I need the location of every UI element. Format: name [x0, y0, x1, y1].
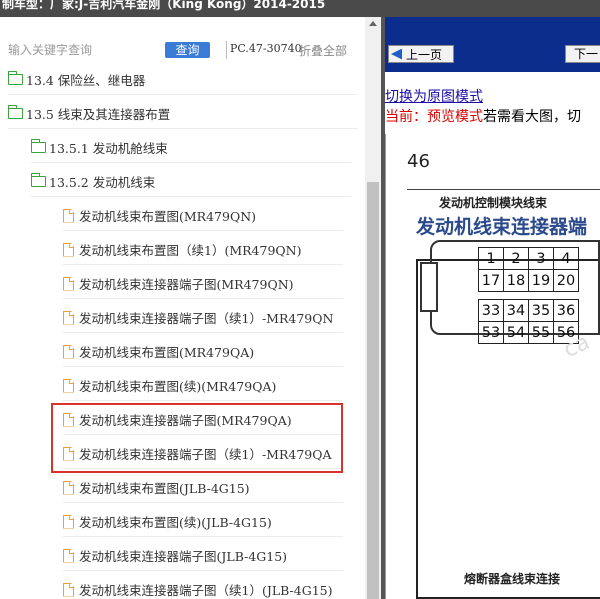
document-icon — [63, 446, 74, 461]
pc-code: PC.47-30740 — [230, 42, 302, 55]
pin-cell: 2 — [503, 247, 529, 270]
tree-item-label: 13.5.1 发动机舱线束 — [49, 141, 168, 156]
document-icon — [63, 276, 74, 291]
pin-cell: 54 — [503, 321, 529, 344]
pin-cell: 1 — [478, 247, 504, 270]
tree-item-label: 发动机线束布置图(续)(JLB-4G15) — [79, 515, 272, 530]
scroll-up-arrow-icon[interactable] — [369, 21, 377, 26]
tree-file[interactable]: 发动机线束布置图(MR479QA) — [63, 337, 343, 367]
connector-latch — [420, 262, 438, 312]
document-page: 46 发动机线束连接器端 发动机控制模块线束 1 2 3 4 17 18 19 … — [385, 134, 600, 599]
tree-folder[interactable]: 13.4 保险丝、继电器 — [7, 65, 358, 95]
pin-cell: 33 — [478, 299, 504, 322]
query-button[interactable]: 查询 — [165, 42, 210, 58]
pin-cell: 19 — [528, 269, 554, 292]
tree-item-label: 发动机线束连接器端子图（续1）-MR479QN — [79, 311, 334, 326]
pin-cell: 36 — [553, 299, 579, 322]
tree-view: 13.4 保险丝、继电器 13.5 线束及其连接器布置 13.5.1 发动机舱线… — [0, 65, 365, 599]
tree-item-label: 发动机线束布置图(JLB-4G15) — [79, 481, 250, 496]
prev-page-button[interactable]: 上一页 — [388, 45, 454, 63]
ecm-connector-label: 发动机控制模块线束 — [439, 196, 548, 210]
preview-mode-notice: 当前：预览模式若需看大图，切 — [385, 106, 581, 126]
document-icon — [63, 514, 74, 529]
document-viewer: 上一页 下一 切换为原图模式 当前：预览模式若需看大图，切 46 发动机线束连接… — [385, 17, 600, 599]
page-number: 46 — [407, 151, 430, 172]
tree-item-label: 13.4 保险丝、继电器 — [26, 73, 146, 88]
tree-item-label: 发动机线束连接器端子图(MR479QA) — [79, 413, 292, 428]
tree-file[interactable]: 发动机线束布置图(续)(MR479QA) — [63, 371, 343, 401]
pin-cell: 20 — [553, 269, 579, 292]
tree-file[interactable]: 发动机线束连接器端子图(JLB-4G15) — [63, 541, 343, 571]
tree-item-label: 13.5.2 发动机线束 — [49, 175, 156, 190]
preview-mode-hint: 若需看大图，切 — [483, 109, 581, 125]
tree-item-label: 发动机线束布置图(MR479QA) — [79, 345, 255, 360]
pin-cell: 18 — [503, 269, 529, 292]
fuse-box-connector-label: 熔断器盒线束连接 — [464, 572, 561, 586]
tree-item-label: 发动机线束连接器端子图（续1）(JLB-4G15) — [79, 583, 333, 598]
tree-folder[interactable]: 13.5.2 发动机线束 — [30, 167, 351, 197]
folder-icon — [7, 71, 23, 85]
tree-folder[interactable]: 13.5 线束及其连接器布置 — [7, 99, 358, 129]
window-title-bar: 制车型：厂家:J-吉利汽车金刚（King Kong）2014-2015 — [0, 0, 600, 17]
search-input[interactable] — [8, 39, 158, 61]
tree-file[interactable]: 发动机线束连接器端子图（续1）(JLB-4G15) — [63, 575, 343, 599]
document-icon — [63, 480, 74, 495]
document-title: 发动机线束连接器端 — [416, 216, 588, 238]
pin-cell: 55 — [528, 321, 554, 344]
tree-file[interactable]: 发动机线束布置图（续1）(MR479QN) — [63, 235, 343, 265]
divider — [226, 41, 227, 59]
folder-icon — [30, 139, 46, 153]
folder-open-icon — [30, 173, 46, 187]
pin-cell: 4 — [553, 247, 579, 270]
document-icon — [63, 344, 74, 359]
window-title: 制车型：厂家:J-吉利汽车金刚（King Kong）2014-2015 — [2, 0, 326, 11]
pin-cell: 17 — [478, 269, 504, 292]
folder-open-icon — [7, 105, 23, 119]
tree-file[interactable]: 发动机线束布置图(续)(JLB-4G15) — [63, 507, 343, 537]
tree-item-label: 发动机线束连接器端子图(JLB-4G15) — [79, 549, 288, 564]
tree-folder[interactable]: 13.5.1 发动机舱线束 — [30, 133, 351, 163]
document-icon — [63, 582, 74, 597]
tree-file[interactable]: 发动机线束连接器端子图（续1）-MR479QA — [63, 439, 343, 469]
document-icon — [63, 208, 74, 223]
tree-file[interactable]: 发动机线束连接器端子图(MR479QA) — [63, 405, 343, 435]
next-page-button[interactable]: 下一 — [565, 45, 600, 63]
tree-item-label: 13.5 线束及其连接器布置 — [26, 107, 171, 122]
preview-mode-label: 当前：预览模式 — [385, 109, 483, 125]
document-icon — [63, 412, 74, 427]
tree-item-label: 发动机线束连接器端子图(MR479QN) — [79, 277, 294, 292]
document-icon — [63, 242, 74, 257]
scroll-thumb[interactable] — [367, 182, 379, 599]
pin-cell: 53 — [478, 321, 504, 344]
pin-cell: 34 — [503, 299, 529, 322]
left-panel: 查询 PC.47-30740 折叠全部 13.4 保险丝、继电器 13.5 线束… — [0, 17, 381, 599]
next-page-label: 下一 — [574, 47, 599, 61]
pin-cell: 35 — [528, 299, 554, 322]
document-icon — [63, 548, 74, 563]
document-icon — [63, 378, 74, 393]
page-rule — [407, 189, 600, 190]
tree-item-label: 发动机线束布置图(续)(MR479QA) — [79, 379, 277, 394]
connector-pin-grid: 1 2 3 4 17 18 19 20 33 34 35 36 53 54 55… — [478, 247, 579, 344]
tree-item-label: 发动机线束布置图(MR479QN) — [79, 209, 257, 224]
prev-page-label: 上一页 — [406, 47, 443, 62]
document-icon — [63, 310, 74, 325]
viewer-navbar: 上一页 下一 — [385, 17, 600, 72]
tree-file[interactable]: 发动机线束布置图(MR479QN) — [63, 201, 343, 231]
tree-item-label: 发动机线束连接器端子图（续1）-MR479QA — [79, 447, 332, 462]
collapse-all-link[interactable]: 折叠全部 — [299, 42, 347, 59]
search-bar: 查询 PC.47-30740 折叠全部 — [0, 39, 381, 61]
tree-file[interactable]: 发动机线束连接器端子图（续1）-MR479QN — [63, 303, 343, 333]
arrow-left-icon — [391, 48, 402, 60]
switch-original-mode-link[interactable]: 切换为原图模式 — [385, 86, 483, 106]
tree-item-label: 发动机线束布置图（续1）(MR479QN) — [79, 243, 302, 258]
tree-scrollbar[interactable] — [365, 17, 381, 599]
pin-cell: 3 — [528, 247, 554, 270]
tree-file[interactable]: 发动机线束连接器端子图(MR479QN) — [63, 269, 343, 299]
tree-file[interactable]: 发动机线束布置图(JLB-4G15) — [63, 473, 343, 503]
